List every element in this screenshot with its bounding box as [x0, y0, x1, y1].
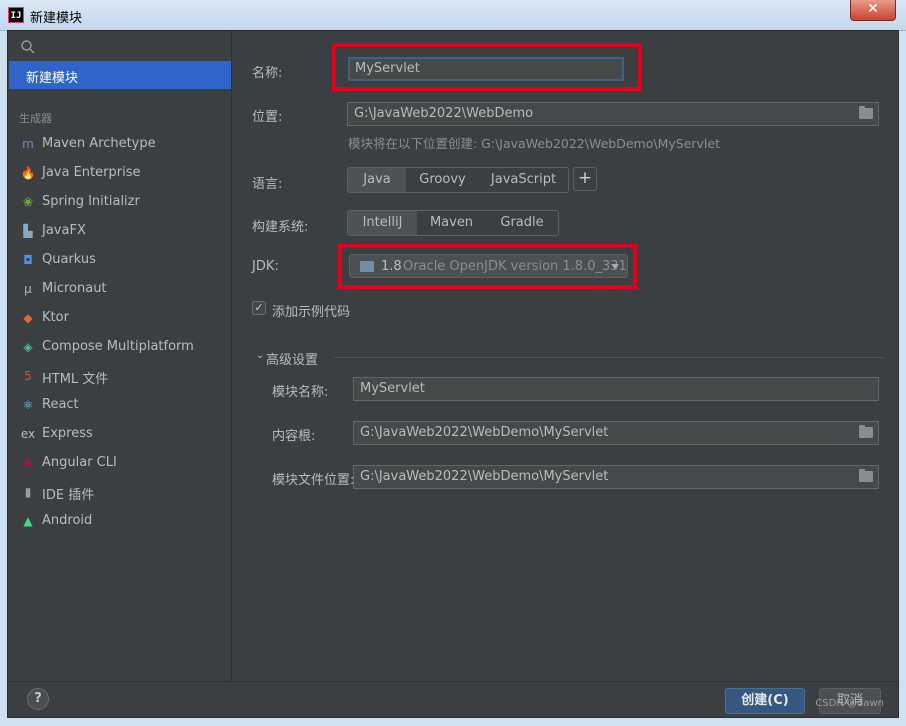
- ide-plugin-icon: ▮: [24, 485, 32, 499]
- sample-code-checkbox[interactable]: ✓: [252, 301, 266, 315]
- language-label: 语言:: [252, 177, 283, 192]
- location-hint: 模块将在以下位置创建: G:\JavaWeb2022\WebDemo\MySer…: [348, 136, 720, 151]
- sidebar-item[interactable]: A Angular CLI: [8, 448, 230, 477]
- quarkus-icon: ◘: [23, 253, 33, 267]
- module-file-input[interactable]: G:\JavaWeb2022\WebDemo\MyServlet: [353, 465, 879, 489]
- sidebar-item[interactable]: μ Micronaut: [8, 274, 230, 303]
- folder-browse-icon[interactable]: [859, 469, 873, 482]
- folder-browse-icon[interactable]: [859, 106, 873, 119]
- advanced-settings-header[interactable]: 高级设置: [266, 349, 318, 368]
- sidebar-item-label: Angular CLI: [42, 455, 117, 470]
- sidebar-item[interactable]: m Maven Archetype: [8, 129, 230, 158]
- help-button[interactable]: ?: [27, 688, 49, 710]
- spring-icon: ❀: [22, 195, 34, 209]
- search-icon[interactable]: [20, 39, 36, 55]
- sidebar-item-label: Ktor: [42, 310, 69, 325]
- sidebar-item-label: JavaFX: [42, 223, 86, 238]
- highlight-box-jdk: [338, 244, 637, 289]
- sidebar-item[interactable]: ▙ JavaFX: [8, 216, 230, 245]
- language-selector: Java Groovy JavaScript: [347, 167, 569, 193]
- sample-code-label: 添加示例代码: [272, 305, 351, 320]
- module-name-label: 模块名称:: [272, 385, 329, 400]
- language-option-java[interactable]: Java: [348, 168, 406, 192]
- folder-browse-icon[interactable]: [859, 425, 873, 438]
- sidebar-item[interactable]: ◈ Compose Multiplatform: [8, 332, 230, 361]
- sidebar-item[interactable]: ▲ Android: [8, 506, 230, 535]
- generators-group-label: 生成器: [19, 112, 52, 125]
- title-bar: IJ 新建模块 ✕: [0, 0, 906, 31]
- highlight-box-name: [332, 43, 642, 91]
- close-button[interactable]: ✕: [850, 0, 896, 21]
- watermark: CSDN @dawn: [815, 698, 884, 709]
- location-label: 位置:: [252, 110, 283, 125]
- maven-icon: m: [22, 137, 34, 151]
- sidebar-item[interactable]: 🔥 Java Enterprise: [8, 158, 230, 187]
- sidebar-item[interactable]: ❀ Spring Initializr: [8, 187, 230, 216]
- build-option-gradle[interactable]: Gradle: [486, 211, 558, 235]
- sidebar-item-label: Spring Initializr: [42, 194, 140, 209]
- language-option-groovy[interactable]: Groovy: [406, 168, 479, 192]
- bottom-divider: [8, 681, 898, 682]
- location-value: G:\JavaWeb2022\WebDemo: [354, 106, 534, 121]
- jdk-label: JDK:: [252, 259, 279, 274]
- sidebar-item-label: 新建模块: [26, 71, 79, 86]
- content-root-label: 内容根:: [272, 429, 316, 444]
- java-enterprise-icon: 🔥: [20, 166, 36, 180]
- sidebar-item[interactable]: ex Express: [8, 419, 230, 448]
- module-file-label: 模块文件位置:: [272, 473, 355, 488]
- sidebar-item-label: Compose Multiplatform: [42, 339, 194, 354]
- sidebar-item[interactable]: ◘ Quarkus: [8, 245, 230, 274]
- name-label: 名称:: [252, 66, 283, 81]
- module-name-value: MyServlet: [360, 381, 425, 396]
- sidebar-item-label: HTML 文件: [42, 372, 109, 387]
- android-icon: ▲: [23, 514, 33, 528]
- sidebar-item-label: IDE 插件: [42, 488, 95, 503]
- react-icon: ⚛: [22, 398, 34, 412]
- add-language-button[interactable]: +: [573, 167, 597, 191]
- sidebar-item-label: React: [42, 397, 79, 412]
- language-option-javascript[interactable]: JavaScript: [479, 168, 568, 192]
- content-root-input[interactable]: G:\JavaWeb2022\WebDemo\MyServlet: [353, 421, 879, 445]
- compose-icon: ◈: [23, 340, 33, 354]
- sidebar-item[interactable]: ◆ Ktor: [8, 303, 230, 332]
- generator-list: m Maven Archetype 🔥 Java Enterprise ❀ Spring …: [8, 129, 230, 535]
- sidebar-item-label: Java Enterprise: [42, 165, 141, 180]
- generator-sidebar: 新建模块 生成器 m Maven Archetype 🔥 Java Enterpris…: [8, 31, 232, 681]
- create-button[interactable]: 创建(C): [725, 688, 805, 714]
- location-input[interactable]: G:\JavaWeb2022\WebDemo: [347, 102, 879, 126]
- express-icon: ex: [20, 427, 36, 441]
- sidebar-item-label: Micronaut: [42, 281, 107, 296]
- sidebar-item-label: Maven Archetype: [42, 136, 156, 151]
- angular-icon: A: [23, 456, 33, 470]
- sidebar-item-label: Express: [42, 426, 93, 441]
- content-root-value: G:\JavaWeb2022\WebDemo\MyServlet: [360, 425, 609, 440]
- ktor-icon: ◆: [23, 311, 33, 325]
- build-option-maven[interactable]: Maven: [417, 211, 486, 235]
- dialog-client: 新建模块 生成器 m Maven Archetype 🔥 Java Enterpris…: [7, 30, 899, 718]
- build-system-selector: IntelliJ Maven Gradle: [347, 210, 559, 236]
- chevron-down-icon[interactable]: ⌄: [256, 350, 264, 361]
- advanced-divider: [334, 357, 884, 358]
- module-name-input[interactable]: MyServlet: [353, 377, 879, 401]
- javafx-icon: ▙: [23, 224, 33, 238]
- micronaut-icon: μ: [24, 282, 32, 296]
- sidebar-item-label: Quarkus: [42, 252, 96, 267]
- sidebar-item-label: Android: [42, 513, 93, 528]
- intellij-app-icon: IJ: [8, 7, 24, 23]
- module-file-value: G:\JavaWeb2022\WebDemo\MyServlet: [360, 469, 609, 484]
- sidebar-item-new-module[interactable]: 新建模块: [9, 61, 231, 89]
- sidebar-item[interactable]: ⚛ React: [8, 390, 230, 419]
- build-option-intellij[interactable]: IntelliJ: [348, 211, 417, 235]
- html-icon: 5: [24, 369, 32, 383]
- sidebar-item[interactable]: 5 HTML 文件: [8, 361, 230, 390]
- window-title: 新建模块: [30, 11, 83, 26]
- sidebar-item[interactable]: ▮ IDE 插件: [8, 477, 230, 506]
- build-system-label: 构建系统:: [252, 220, 309, 235]
